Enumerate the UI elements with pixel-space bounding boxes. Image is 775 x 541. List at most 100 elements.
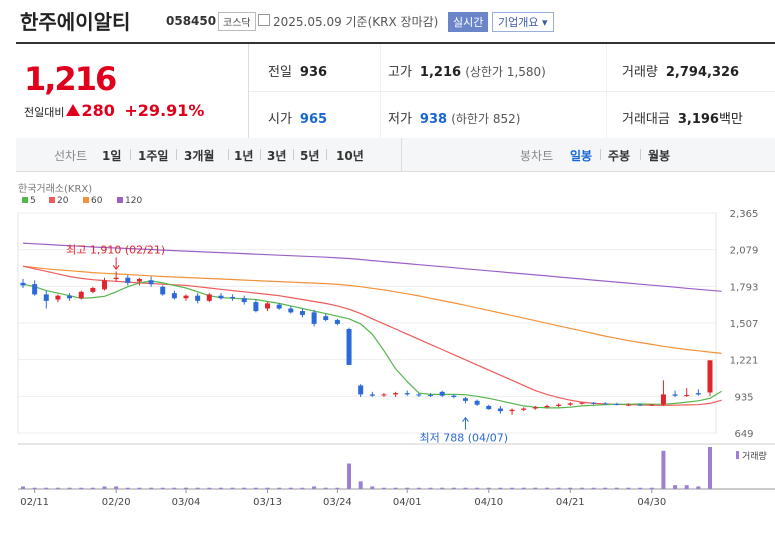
- y-tick-label: 2,365: [730, 209, 759, 220]
- candle-body: [195, 295, 201, 301]
- candle-body: [90, 288, 96, 292]
- volume-bar: [591, 487, 596, 489]
- trade-amount: 거래대금 3,196백만: [622, 112, 743, 127]
- volume-bar: [521, 487, 526, 489]
- volume-bar: [708, 447, 712, 489]
- period-1w[interactable]: 1주일: [138, 147, 168, 164]
- volume-bar: [230, 487, 235, 489]
- candle-body: [265, 303, 271, 309]
- high-annotation: 최고 1,910 (02/21): [66, 243, 165, 256]
- volume-bar: [79, 487, 84, 489]
- volume-bar: [347, 463, 352, 489]
- volume-bar: [544, 487, 549, 489]
- day-low: 저가 938 (하한가 852): [388, 112, 521, 127]
- quote-date: 2025.05.09 기준(KRX 장마감): [273, 15, 439, 29]
- volume-bar: [486, 487, 491, 489]
- volume-bar: [149, 487, 154, 489]
- price-change: 전일대비 280 +29.91%: [24, 101, 205, 120]
- period-10y[interactable]: 10년: [336, 147, 364, 164]
- candle-body: [695, 393, 701, 395]
- candlestick-chart: 한국거래소(KRX) 5 20 60 120 2,365 2,079 1,793 1,507…: [17, 183, 775, 508]
- period-3m[interactable]: 3개월: [184, 147, 214, 164]
- candle-body: [474, 400, 480, 405]
- low-annotation: 최저 788 (04/07): [419, 432, 508, 445]
- candle-weekly[interactable]: 주봉: [608, 147, 630, 164]
- volume-bar: [393, 487, 398, 489]
- candle-body: [358, 385, 364, 395]
- volume-bar: [451, 487, 456, 489]
- volume-bar: [428, 487, 433, 489]
- x-tick-label: 03/13: [253, 497, 282, 508]
- legend-label-120: 120: [125, 196, 142, 206]
- candle-body: [521, 408, 527, 410]
- x-tick-label: 03/24: [323, 497, 352, 508]
- period-5y[interactable]: 5년: [300, 147, 319, 164]
- volume-bar: [661, 450, 666, 489]
- prev-close: 전일 936: [268, 65, 328, 80]
- candle-body: [125, 277, 131, 283]
- volume-bar: [475, 487, 480, 489]
- volume-bar: [614, 487, 619, 489]
- volume-bar: [184, 487, 189, 489]
- volume-bar: [195, 487, 200, 489]
- volume-bar: [649, 487, 654, 489]
- period-1d[interactable]: 1일: [102, 147, 121, 164]
- volume-bar: [335, 487, 340, 489]
- candle-body: [614, 404, 620, 406]
- market-badge: 코스닥: [218, 12, 256, 31]
- company-overview-button[interactable]: 기업개요 ▾: [492, 12, 554, 32]
- period-1y[interactable]: 1년: [234, 147, 253, 164]
- volume-bar: [684, 485, 689, 489]
- candle-body: [660, 394, 666, 405]
- volume-bar: [626, 487, 631, 489]
- candle-body: [323, 316, 329, 321]
- x-tick-label: 04/30: [637, 497, 666, 508]
- volume-bar: [90, 487, 95, 489]
- realtime-button[interactable]: 실시간: [448, 12, 489, 32]
- candle-daily[interactable]: 일봉: [570, 147, 592, 164]
- volume-bar: [533, 487, 538, 489]
- candle-monthly[interactable]: 월봉: [648, 147, 670, 164]
- candle-body: [311, 312, 317, 324]
- stock-code: 058450: [166, 14, 217, 28]
- candle-body: [230, 296, 236, 299]
- x-tick-label: 02/20: [102, 497, 131, 508]
- candle-body: [556, 404, 562, 406]
- candle-body: [567, 403, 573, 405]
- volume-bar: [137, 487, 142, 489]
- volume-bar: [253, 487, 258, 489]
- volume-bar: [638, 487, 643, 489]
- x-tick-label: 04/21: [556, 497, 585, 508]
- candle-body: [462, 398, 468, 401]
- y-tick-label: 1,793: [730, 282, 759, 293]
- volume-bar: [32, 487, 37, 489]
- volume-bar: [265, 487, 270, 489]
- candle-body: [707, 360, 713, 393]
- volume-bar: [405, 487, 410, 489]
- volume-bar: [114, 486, 119, 489]
- candle-body: [637, 404, 643, 406]
- volume-bar: [556, 487, 561, 489]
- day-high: 고가 1,216 (상한가 1,580): [388, 65, 546, 80]
- volume-bar: [55, 487, 60, 489]
- candle-body: [602, 403, 608, 405]
- y-tick-label: 649: [734, 429, 753, 440]
- volume-bar: [242, 487, 247, 489]
- candle-body: [486, 405, 492, 410]
- volume-bar: [498, 487, 503, 489]
- quote-panel: 1,216 전일대비 280 +29.91% 전일 936 고가 1,216 (상한가…: [16, 42, 775, 140]
- candle-body: [241, 298, 247, 303]
- candle-body: [684, 395, 690, 397]
- up-arrow-icon: [66, 104, 81, 116]
- volume-bar: [358, 481, 363, 489]
- candle-chart-label: 봉차트: [520, 149, 554, 163]
- period-3y[interactable]: 3년: [267, 147, 286, 164]
- volume: 거래량 2,794,326: [622, 65, 740, 80]
- volume-legend-swatch: [736, 451, 739, 459]
- x-tick-label: 03/04: [172, 497, 201, 508]
- candle-body: [78, 291, 84, 299]
- legend-swatch-5: [22, 197, 28, 203]
- legend-swatch-20: [49, 197, 55, 203]
- candle-body: [136, 279, 142, 282]
- candle-body: [497, 408, 503, 412]
